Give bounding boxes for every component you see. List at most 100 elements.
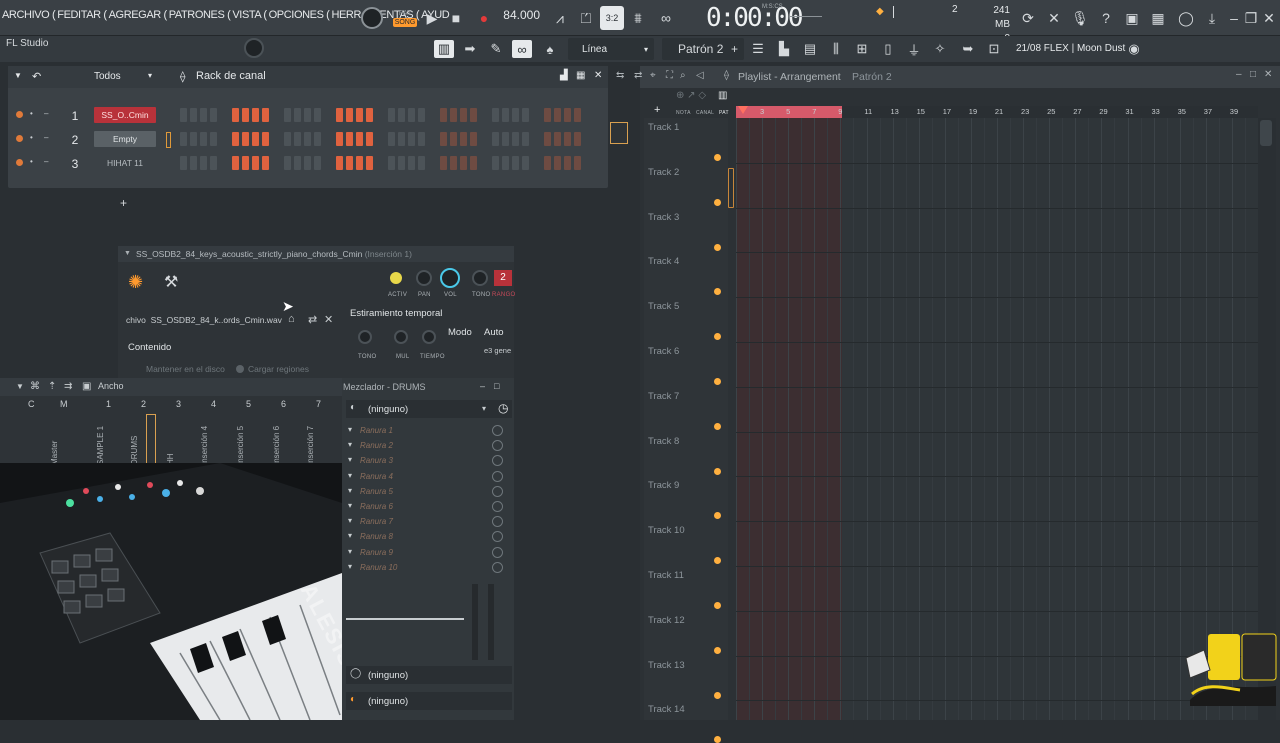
active-led[interactable] [390,272,402,284]
minimize-icon[interactable]: – [480,381,485,391]
step-button[interactable] [418,108,425,122]
mixer-strip-name[interactable]: DRUMS [130,436,139,465]
arrow-icon[interactable]: ➡ [460,40,480,58]
swap-icon[interactable]: ⇄ [308,313,317,326]
mixer-fx-slot[interactable]: ▾ Ranura 5 [346,485,510,500]
mixer-fx-slot[interactable]: ▾ Ranura 7 [346,515,510,530]
step-button[interactable] [450,156,457,170]
step-button[interactable] [512,156,519,170]
add-channel-button[interactable]: + [120,196,127,210]
step-button[interactable] [470,156,477,170]
step-button[interactable] [366,108,373,122]
step-button[interactable] [460,156,467,170]
sampler-icon[interactable]: ✺ [128,272,143,293]
pitch-icon[interactable]: ◆ [876,6,884,34]
step-button[interactable] [336,156,343,170]
step-button[interactable] [232,132,239,146]
playlist-icon[interactable]: ☰ [748,40,768,58]
close-icon[interactable]: ✕ [1260,6,1278,30]
step-button[interactable] [356,156,363,170]
step-button[interactable] [200,132,207,146]
pan-mini-icon[interactable]: – [44,157,48,166]
channel-rack-icon[interactable]: ▤ [800,40,820,58]
track-name[interactable]: Track 3 [648,212,679,223]
track-enable-led[interactable] [714,736,721,743]
wand-icon[interactable]: ✧ [930,40,950,58]
stretch-time-knob[interactable] [422,330,436,344]
step-button[interactable] [502,132,509,146]
stop-icon[interactable]: ■ [444,6,468,30]
step-button[interactable] [180,156,187,170]
menu-opciones[interactable]: OPCIONES ( [269,9,330,21]
close-icon[interactable]: ✕ [594,70,602,81]
step-button[interactable] [564,132,571,146]
chat-icon[interactable]: ◯ [1174,6,1198,30]
step-button[interactable] [210,108,217,122]
step-button[interactable] [408,108,415,122]
step-button[interactable] [346,132,353,146]
keep-on-disk-checkbox[interactable]: Mantener en el disco [146,364,225,374]
track-name[interactable]: Track 13 [648,660,685,671]
mixer-fader-1[interactable] [472,584,478,660]
track-name[interactable]: Track 6 [648,346,679,357]
send-icon[interactable]: ➥ [958,40,978,58]
mixer-output-select-1[interactable]: ◯ (ninguno) [346,666,512,684]
graph-icon[interactable]: ▟ [560,70,568,81]
track-name[interactable]: Track 8 [648,436,679,447]
channel-row[interactable]: • – 1 SS_O..Cmin [14,106,604,128]
playlist-tools[interactable]: ⊕ ↗ ◇ [676,90,706,101]
step-button[interactable] [492,156,499,170]
step-button[interactable] [460,132,467,146]
step-button[interactable] [470,132,477,146]
step-button[interactable] [232,156,239,170]
step-button[interactable] [398,108,405,122]
track-enable-led[interactable] [714,646,721,654]
step-button[interactable] [346,108,353,122]
mixer-strip-name[interactable]: Inserción 5 [236,426,245,465]
step-button[interactable] [210,132,217,146]
slot-mix-knob[interactable] [492,516,503,528]
mixer-strip-name[interactable]: SAMPLE 1 [96,426,105,465]
step-button[interactable] [398,156,405,170]
speaker-icon[interactable]: ◁ [696,70,704,81]
step-button[interactable] [544,156,551,170]
step-button[interactable] [294,156,301,170]
arrow-split-icon[interactable]: ⇉ [64,381,72,392]
step-button[interactable] [554,108,561,122]
track-enable-led[interactable] [714,198,721,206]
step-button[interactable] [512,132,519,146]
mixer-width[interactable]: Ancho [98,381,124,391]
channel-name-button[interactable]: HIHAT 11 [94,155,156,171]
step-button[interactable] [242,156,249,170]
mixer-fx-slot[interactable]: ▾ Ranura 3 [346,454,510,469]
step-button[interactable] [242,132,249,146]
step-button[interactable] [440,156,447,170]
step-button[interactable] [200,108,207,122]
step-button[interactable] [366,132,373,146]
pitch-knob[interactable] [472,270,488,286]
slot-mix-knob[interactable] [492,440,503,452]
slot-mix-knob[interactable] [492,546,503,558]
step-button[interactable] [408,132,415,146]
brush-icon[interactable]: ✎ [486,40,506,58]
step-button[interactable] [574,156,581,170]
step-button[interactable] [388,156,395,170]
save-icon[interactable]: ▣ [1120,6,1144,30]
step-button[interactable] [190,108,197,122]
add-pattern-icon[interactable]: + [731,42,738,56]
step-button[interactable] [492,132,499,146]
close-icon[interactable]: ✕ [1264,69,1272,80]
restore-icon[interactable]: ❐ [1242,6,1260,30]
slot-mix-knob[interactable] [492,455,503,467]
step-button[interactable] [336,108,343,122]
track-enable-led[interactable] [714,691,721,699]
filter-select[interactable]: Todos [94,71,121,82]
wait-input-icon[interactable]: ⏍ [574,6,598,30]
slot-mix-knob[interactable] [492,531,503,543]
menu-patrones[interactable]: PATRONES ( [169,9,231,21]
step-button[interactable] [564,108,571,122]
mixer-fx-slot[interactable]: ▾ Ranura 9 [346,546,510,561]
swing-icon[interactable]: ⟠ [724,70,729,81]
pan-mini-icon[interactable]: – [44,109,48,118]
step-button[interactable] [544,132,551,146]
